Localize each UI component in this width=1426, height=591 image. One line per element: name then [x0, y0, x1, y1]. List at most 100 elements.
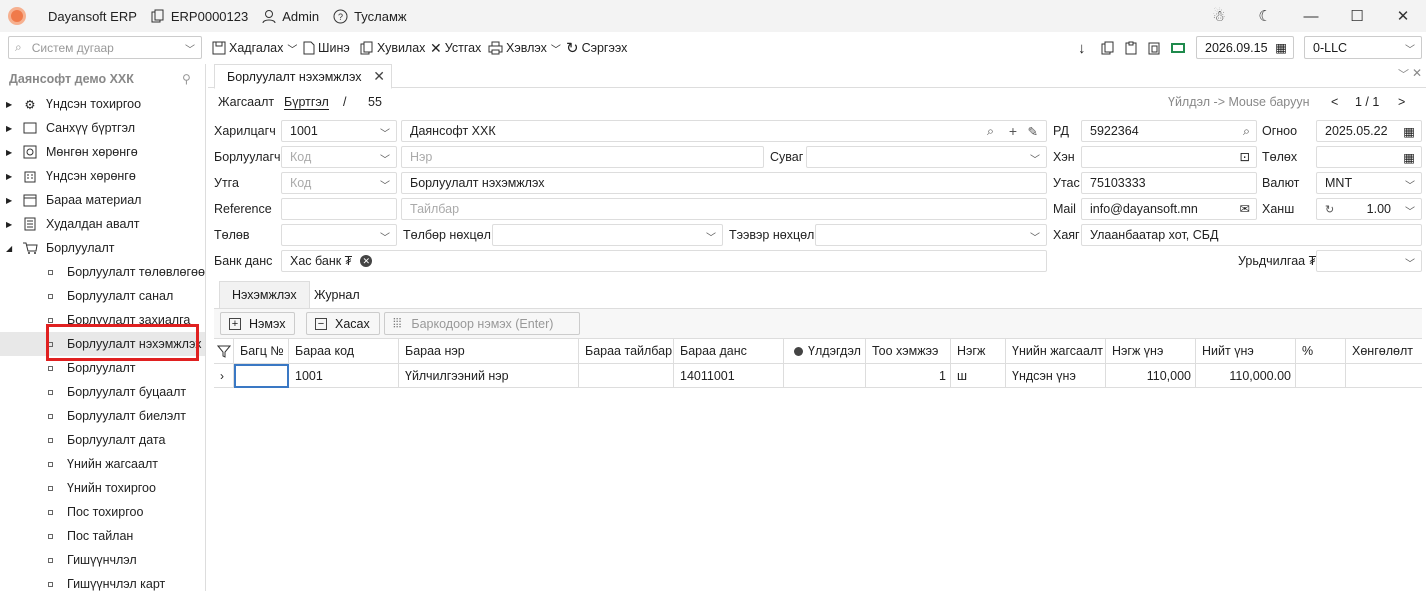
- person-card-icon[interactable]: ⊡: [1240, 149, 1250, 164]
- sidebar-item-purchase[interactable]: ▶ Худалдан авалт: [0, 212, 205, 236]
- cell-item-account[interactable]: 14011001: [674, 364, 784, 388]
- sidebar-item-cash[interactable]: ▶ Мөнгөн хөрөнгө: [0, 140, 205, 164]
- tab-invoice[interactable]: Нэхэмжлэх: [219, 281, 310, 308]
- company-select[interactable]: 0-LLC ﹀: [1304, 36, 1422, 59]
- save-button[interactable]: Хадгалах ﹀: [212, 38, 297, 58]
- system-number-search[interactable]: ⌕ Систем дугаар ﹀: [8, 36, 202, 59]
- cell-unit-price[interactable]: 110,000: [1106, 364, 1196, 388]
- cell-unit[interactable]: ш: [951, 364, 1006, 388]
- cell-item-desc[interactable]: [579, 364, 674, 388]
- sidebar-subitem-sales-performance[interactable]: Борлуулалт биелэлт: [0, 404, 205, 428]
- help-menu[interactable]: ? Тусламж: [333, 9, 407, 24]
- new-button[interactable]: Шинэ: [303, 38, 350, 58]
- seller-code-field[interactable]: Код ﹀: [281, 146, 397, 168]
- sidebar-subitem-pos-report[interactable]: Пос тайлан: [0, 524, 205, 548]
- cell-price-list[interactable]: Үндсэн үнэ: [1006, 364, 1106, 388]
- robot-icon[interactable]: ☃: [1196, 7, 1242, 25]
- cell-qty[interactable]: 1: [866, 364, 951, 388]
- col-percent[interactable]: %: [1296, 339, 1346, 364]
- sidebar-subitem-sales-plan[interactable]: Борлуулалт төлөвлөгөө: [0, 260, 205, 284]
- transport-select[interactable]: ﹀: [815, 224, 1047, 246]
- collapse-icon[interactable]: ◢: [6, 244, 18, 253]
- phone-field[interactable]: 75103333: [1081, 172, 1257, 194]
- erp-code[interactable]: ERP0000123: [151, 9, 248, 24]
- duplicate-icon[interactable]: [1101, 38, 1118, 58]
- sidebar-subitem-price-settings[interactable]: Үнийн тохиргоо: [0, 476, 205, 500]
- reference-field[interactable]: [281, 198, 397, 220]
- remove-row-button[interactable]: − Хасах: [306, 312, 380, 335]
- customer-code-field[interactable]: 1001 ﹀: [281, 120, 397, 142]
- minimize-button[interactable]: —: [1288, 8, 1334, 25]
- rate-field[interactable]: ↻ 1.00 ﹀: [1316, 198, 1422, 220]
- col-qty[interactable]: Тоо хэмжээ: [866, 339, 951, 364]
- cell-item-code[interactable]: 1001: [289, 364, 399, 388]
- cell-stock[interactable]: [784, 364, 866, 388]
- calendar-icon[interactable]: ▦: [1403, 124, 1415, 139]
- sidebar-subitem-sales-return[interactable]: Борлуулалт буцаалт: [0, 380, 205, 404]
- close-icon[interactable]: ✕: [373, 68, 385, 85]
- bank-account-field[interactable]: Хас банк ₮ ✕: [281, 250, 1047, 272]
- col-item-code[interactable]: Бараа код: [289, 339, 399, 364]
- expand-icon[interactable]: ▶: [6, 220, 18, 229]
- sidebar-item-fixed-assets[interactable]: ▶ Үндсэн хөрөнгө: [0, 164, 205, 188]
- cell-total[interactable]: 110,000.00: [1196, 364, 1296, 388]
- col-discount[interactable]: Хөнгөлөлт: [1346, 339, 1422, 364]
- delete-button[interactable]: ✕ Устгах: [430, 38, 481, 58]
- excel-icon[interactable]: [1170, 38, 1189, 58]
- refresh-icon[interactable]: ↻: [1325, 203, 1334, 216]
- tab-journal[interactable]: Журнал: [302, 281, 372, 308]
- add-icon[interactable]: +: [1009, 123, 1017, 139]
- barcode-input[interactable]: ⦙⦙⦙ Баркодоор нэмэх (Enter): [384, 312, 580, 335]
- currency-select[interactable]: MNT ﹀: [1316, 172, 1422, 194]
- mail-field[interactable]: info@dayansoft.mn ✉: [1081, 198, 1257, 220]
- envelope-icon[interactable]: ✉: [1240, 201, 1250, 216]
- address-field[interactable]: Улаанбаатар хот, СБД: [1081, 224, 1422, 246]
- sidebar-item-general-settings[interactable]: ▶ ⚙ Үндсэн тохиргоо: [0, 92, 205, 116]
- add-row-button[interactable]: + Нэмэх: [220, 312, 295, 335]
- tab-sales-invoice[interactable]: Борлуулалт нэхэмжлэх ✕: [214, 64, 392, 89]
- seller-name-field[interactable]: Нэр: [401, 146, 764, 168]
- col-unit[interactable]: Нэгж: [951, 339, 1006, 364]
- breadcrumb-list[interactable]: Жагсаалт: [218, 95, 274, 109]
- paste-icon[interactable]: [1147, 38, 1164, 58]
- sidebar-subitem-price-list[interactable]: Үнийн жагсаалт: [0, 452, 205, 476]
- route-value-field[interactable]: Борлуулалт нэхэмжлэх: [401, 172, 1047, 194]
- sidebar-item-sales[interactable]: ◢ Борлуулалт: [0, 236, 205, 260]
- maximize-button[interactable]: ☐: [1334, 7, 1380, 25]
- who-field[interactable]: ⊡: [1081, 146, 1257, 168]
- sidebar-subitem-membership[interactable]: Гишүүнчлэл: [0, 548, 205, 572]
- download-icon[interactable]: ↓: [1078, 38, 1086, 58]
- clipboard-icon[interactable]: [1124, 38, 1141, 58]
- row-expand-icon[interactable]: ›: [214, 364, 234, 388]
- col-unit-price[interactable]: Нэгж үнэ: [1106, 339, 1196, 364]
- sidebar-subitem-sales-data[interactable]: Борлуулалт дата: [0, 428, 205, 452]
- payment-terms-select[interactable]: ﹀: [492, 224, 723, 246]
- prev-page-button[interactable]: <: [1331, 95, 1338, 109]
- refresh-button[interactable]: ↻ Сэргээх: [566, 38, 627, 58]
- filter-icon[interactable]: [214, 339, 234, 364]
- expand-icon[interactable]: ▶: [6, 172, 18, 181]
- edit-icon[interactable]: ✎: [1028, 124, 1038, 139]
- copy-button[interactable]: Хувилах: [360, 38, 425, 58]
- route-code-field[interactable]: Код ﹀: [281, 172, 397, 194]
- calendar-icon[interactable]: ▦: [1403, 150, 1415, 165]
- payment-select[interactable]: ﹀: [281, 224, 397, 246]
- work-date-picker[interactable]: 2026.09.15 ▦: [1196, 36, 1294, 59]
- pin-icon[interactable]: ⚲: [182, 72, 191, 86]
- sidebar-item-finance[interactable]: ▶ Санхүү бүртгэл: [0, 116, 205, 140]
- col-batch[interactable]: Багц №: [234, 339, 289, 364]
- channel-select[interactable]: ﹀: [806, 146, 1047, 168]
- col-item-name[interactable]: Бараа нэр: [399, 339, 579, 364]
- col-stock[interactable]: Үлдэгдэл: [784, 339, 866, 364]
- breadcrumb-register[interactable]: Бүртгэл: [284, 95, 329, 110]
- cell-discount[interactable]: [1346, 364, 1422, 388]
- expand-icon[interactable]: ▶: [6, 100, 18, 109]
- next-page-button[interactable]: >: [1398, 95, 1405, 109]
- print-button[interactable]: Хэвлэх ﹀: [488, 38, 561, 58]
- date-field[interactable]: 2025.05.22 ▦: [1316, 120, 1422, 142]
- user-menu[interactable]: Admin: [262, 9, 319, 24]
- prepay-select[interactable]: ﹀: [1316, 250, 1422, 272]
- customer-name-field[interactable]: Даянсофт ХХК ⌕ + ✎: [401, 120, 1047, 142]
- note-field[interactable]: Тайлбар: [401, 198, 1047, 220]
- sidebar-subitem-membership-card[interactable]: Гишүүнчлэл карт: [0, 572, 205, 591]
